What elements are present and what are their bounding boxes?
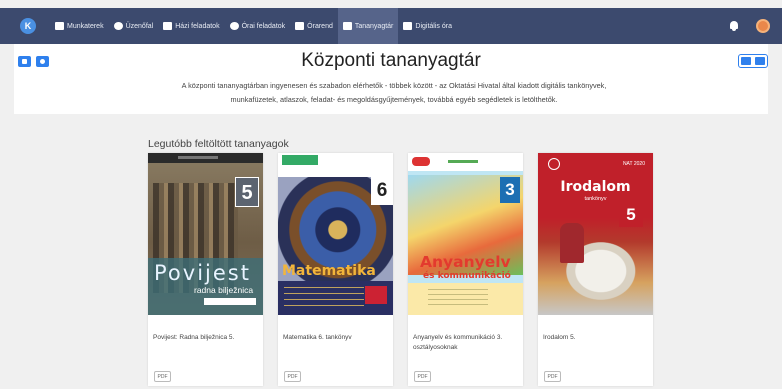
- grade-badge: 6: [371, 177, 393, 205]
- nav-item-digitalis-ora[interactable]: Digitális óra: [398, 8, 457, 44]
- page-title: Központi tananyagtár: [301, 50, 481, 71]
- book-card[interactable]: 5 Povijest radna bilježnica Povijest: Ra…: [148, 153, 263, 386]
- grade-badge: 3: [500, 177, 520, 203]
- book-title[interactable]: Povijest: Radna bilježnica 5.: [153, 333, 258, 343]
- chat-icon: [229, 22, 239, 30]
- grade-badge: 5: [619, 203, 643, 227]
- book-title[interactable]: Matematika 6. tankönyv: [283, 333, 388, 343]
- monitor-icon: [55, 22, 64, 30]
- nav-item-orarend[interactable]: Órarend: [290, 8, 338, 44]
- nav-label: Digitális óra: [415, 22, 452, 30]
- cover-subtitle: radna bilježnica: [194, 285, 254, 295]
- top-navbar: K Munkaterek Üzenőfal Házi feladatok Óra…: [0, 8, 782, 44]
- cover-title: Povijest: [154, 261, 251, 285]
- nav-item-tananyagtar[interactable]: Tananyagtár: [337, 8, 399, 44]
- pdf-badge[interactable]: PDF: [544, 371, 561, 382]
- section-title: Legutóbb feltöltött tananyagok: [148, 138, 289, 150]
- cover-label-bar: [204, 298, 256, 305]
- page-description: A központi tananyagtárban ingyenesen és …: [181, 81, 607, 104]
- nav-label: Üzenőfal: [125, 22, 154, 30]
- calendar-icon: [295, 22, 305, 30]
- topbar-right: [728, 19, 770, 33]
- book-icon: [342, 22, 352, 30]
- cover-illustration-small: [365, 286, 387, 304]
- document-icon: [163, 22, 173, 30]
- nav-item-uzenofal[interactable]: Üzenőfal: [109, 8, 159, 44]
- book-cover[interactable]: 5 Povijest radna bilježnica: [148, 153, 263, 315]
- nav-label: Házi feladatok: [175, 22, 220, 30]
- book-cover[interactable]: NAT 2020 Irodalom tankönyv 5: [538, 153, 653, 315]
- nat-badge: NAT 2020: [622, 161, 645, 167]
- pdf-badge[interactable]: PDF: [284, 371, 301, 382]
- publisher-seal-icon: [548, 158, 560, 170]
- bell-icon[interactable]: [728, 20, 740, 32]
- list-view-icon[interactable]: [741, 57, 751, 65]
- cover-title: Irodalom: [560, 179, 631, 195]
- nav-item-munkaterek[interactable]: Munkaterek: [50, 8, 109, 44]
- cover-subtitle: tankönyv: [584, 196, 607, 202]
- avatar[interactable]: [756, 19, 770, 33]
- book-card[interactable]: 6 Matematika Matematika 6. tankönyv PDF: [278, 153, 393, 386]
- pdf-badge[interactable]: PDF: [154, 371, 171, 382]
- cover-wordcloud: [284, 285, 364, 311]
- cover-rider: [560, 223, 584, 263]
- video-camera-icon: [403, 22, 413, 30]
- publisher-bar: [408, 153, 523, 171]
- nav-label: Órai feladatok: [241, 22, 286, 30]
- cover-title: Anyanyelv: [420, 253, 511, 271]
- cover-lower: [408, 283, 523, 315]
- publisher-logo: [282, 155, 318, 165]
- nav-item-hazi-feladatok[interactable]: Házi feladatok: [158, 8, 224, 44]
- cover-title: Matematika: [282, 263, 376, 279]
- nav-label: Órarend: [307, 22, 333, 30]
- page-header: Központi tananyagtár A központi tananyag…: [14, 44, 768, 114]
- book-title[interactable]: Irodalom 5.: [543, 333, 648, 343]
- grade-badge: 5: [235, 177, 259, 207]
- book-card[interactable]: NAT 2020 Irodalom tankönyv 5 Irodalom 5.…: [538, 153, 653, 386]
- book-title[interactable]: Anyanyelv és kommunikáció 3. osztályosok…: [413, 333, 518, 353]
- publisher-bar: [148, 153, 263, 163]
- pdf-badge[interactable]: PDF: [414, 371, 431, 382]
- book-cover[interactable]: 6 Matematika: [278, 153, 393, 315]
- nav-label: Munkaterek: [67, 22, 104, 30]
- cover-subtitle: és kommunikáció: [423, 271, 511, 281]
- view-toggle[interactable]: [738, 54, 768, 68]
- main-nav: Munkaterek Üzenőfal Házi feladatok Órai …: [50, 8, 457, 44]
- app-logo[interactable]: K: [20, 18, 36, 34]
- chat-bubble-icon: [113, 22, 123, 30]
- card-view-icon[interactable]: [755, 57, 765, 65]
- nav-item-orai-feladatok[interactable]: Órai feladatok: [225, 8, 291, 44]
- nav-label: Tananyagtár: [354, 22, 394, 30]
- book-cover[interactable]: 3 Anyanyelv és kommunikáció: [408, 153, 523, 315]
- book-card[interactable]: 3 Anyanyelv és kommunikáció Anyanyelv és…: [408, 153, 523, 386]
